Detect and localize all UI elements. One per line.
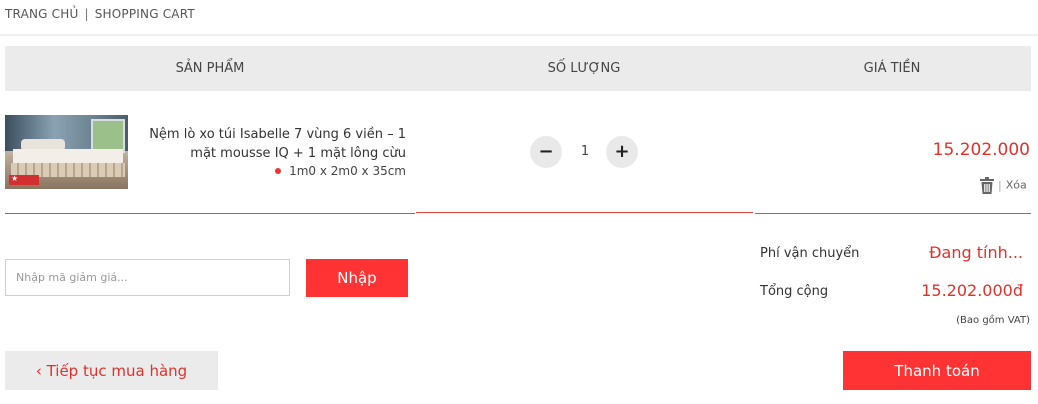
quantity-decrease-button[interactable]: − [530,136,562,168]
product-size-value: 1m0 x 2m0 x 35cm [289,164,406,178]
breadcrumb-home[interactable]: TRANG CHỦ [5,7,78,21]
column-header-quantity: SỐ LƯỢNG [547,61,621,76]
total-label: Tổng cộng [760,284,829,299]
row-divider [755,213,1031,214]
delete-separator: | [998,178,1002,192]
plus-icon: + [614,141,630,162]
shipping-label: Phí vận chuyển [760,246,860,261]
total-value: 15.202.000đ [921,281,1023,300]
quantity-increase-button[interactable]: + [606,136,638,168]
minus-icon: − [538,141,554,162]
product-size: 1m0 x 2m0 x 35cm [140,164,406,178]
vat-note: (Bao gồm VAT) [956,315,1030,326]
row-divider [5,213,415,214]
quantity-value: 1 [580,144,590,159]
product-image[interactable] [5,115,128,189]
column-header-product: SẢN PHẨM [175,61,245,76]
coupon-input[interactable] [5,259,290,296]
shipping-value: Đang tính... [929,243,1023,262]
row-divider [416,212,753,213]
cart-table-header: SẢN PHẨM SỐ LƯỢNG GIÁ TIỀN [5,46,1031,91]
breadcrumb-current: SHOPPING CART [94,7,195,21]
breadcrumb-separator: | [84,7,89,21]
checkout-button[interactable]: Thanh toán [843,351,1031,390]
apply-coupon-button[interactable]: Nhập [306,259,408,297]
trash-icon [980,177,994,194]
column-header-price: GIÁ TIỀN [863,61,921,76]
delete-label[interactable]: Xóa [1006,179,1027,192]
delete-item-button[interactable]: | Xóa [980,177,1027,194]
item-price: 15.202.000 [932,140,1030,160]
continue-shopping-button[interactable]: ‹ Tiếp tục mua hàng [5,351,218,390]
breadcrumb: TRANG CHỦ | SHOPPING CART [5,7,195,21]
bullet-dot-icon [275,167,282,174]
header-divider [0,34,1038,36]
brand-logo-icon [9,174,39,185]
product-name[interactable]: Nệm lò xo túi Isabelle 7 vùng 6 viền – 1… [140,125,406,163]
